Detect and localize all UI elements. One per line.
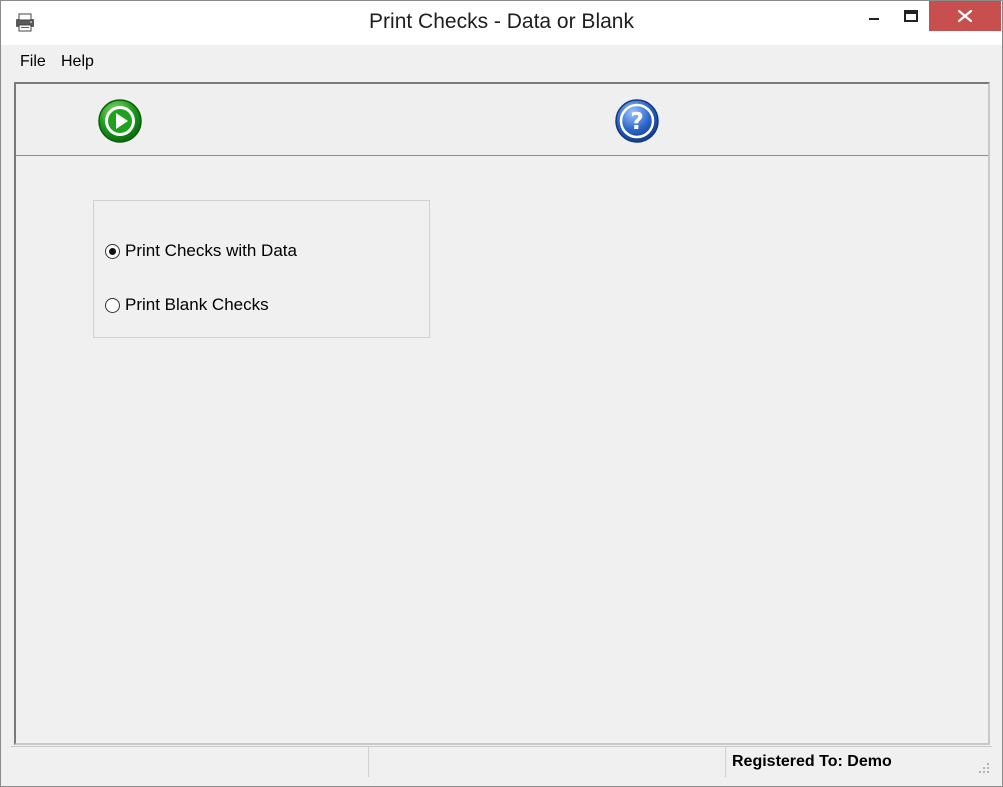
main-window: Print Checks - Data or Blank File Help ?… [0,0,1003,787]
option-label[interactable]: Print Blank Checks [125,295,269,315]
help-icon[interactable]: ? [614,98,660,144]
close-icon [957,9,973,23]
status-panel-2 [368,747,726,777]
close-button[interactable] [929,1,1001,31]
menu-file[interactable]: File [20,53,46,71]
menu-help[interactable]: Help [61,53,94,71]
registered-to-text: Registered To: Demo [732,753,892,770]
radio-print-with-data[interactable] [105,243,120,259]
toolbar: ? [16,84,988,156]
title-bar[interactable]: Print Checks - Data or Blank [1,1,1002,45]
resize-grip-icon[interactable] [978,762,990,774]
option-print-blank[interactable]: Print Blank Checks [105,295,269,315]
option-print-with-data[interactable]: Print Checks with Data [105,241,297,261]
menu-bar: File Help [1,45,1002,81]
status-panel-1 [11,747,369,777]
option-label[interactable]: Print Checks with Data [125,241,297,261]
minimize-icon[interactable] [851,1,897,31]
main-panel: ? Print Checks with Data Print Blank Che… [14,82,990,745]
radio-print-blank[interactable] [105,297,120,313]
svg-text:?: ? [630,109,643,135]
print-options-group: Print Checks with Data Print Blank Check… [93,200,430,338]
status-bar: Registered To: Demo [11,746,992,777]
play-icon[interactable] [97,98,143,144]
